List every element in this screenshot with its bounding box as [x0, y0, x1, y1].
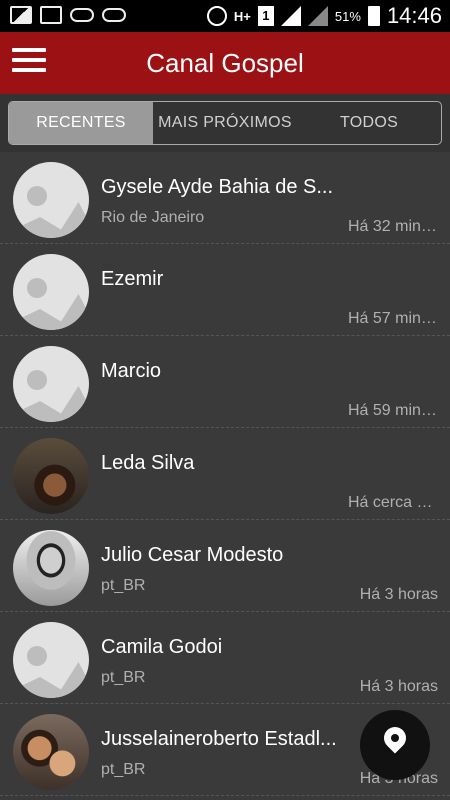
signal-icon: [280, 6, 301, 26]
contact-name: Julio Cesar Modesto: [101, 544, 284, 566]
contact-time: Há 57 minutos: [348, 310, 438, 327]
location-fab-button[interactable]: [360, 710, 430, 780]
tab-bar: RECENTES MAIS PRÓXIMOS TODOS: [0, 94, 450, 152]
placeholder-image-icon: [13, 346, 89, 422]
contact-time: Há 32 minutos: [348, 218, 438, 235]
voicemail-icon: [102, 8, 126, 22]
battery-percent: 51%: [334, 8, 361, 24]
location-pin-icon: [379, 722, 411, 754]
avatar: [13, 714, 89, 790]
notification-icons: [10, 6, 126, 24]
placeholder-image-icon: [13, 622, 89, 698]
placeholder-image-icon: [13, 162, 89, 238]
contact-subtitle: pt_BR: [101, 761, 146, 778]
contact-name: Camila Godoi: [101, 636, 223, 658]
tab-recentes[interactable]: RECENTES: [9, 102, 153, 144]
contact-list: Gysele Ayde Bahia de S... Rio de Janeiro…: [0, 152, 450, 796]
avatar: [13, 530, 89, 606]
list-item[interactable]: Camila Godoi pt_BR Há 3 horas: [0, 612, 450, 704]
contact-time: Há 59 minutos: [348, 402, 438, 419]
contact-name: Leda Silva: [101, 452, 195, 474]
app-bar: Canal Gospel: [0, 32, 450, 94]
signal-icon: [307, 6, 328, 26]
voicemail-icon: [70, 8, 94, 22]
status-bar: H+ 1 51% 14:46: [0, 0, 450, 32]
contact-time: Há 3 horas: [359, 678, 438, 695]
network-type: H+: [233, 8, 251, 24]
sim-indicator: 1: [257, 6, 274, 26]
gallery-icon: [10, 6, 32, 24]
contact-name: Marcio: [101, 360, 162, 382]
alarm-icon: [206, 6, 227, 26]
contact-name: Ezemir: [101, 268, 164, 290]
battery-icon: [367, 6, 380, 26]
list-item[interactable]: Julio Cesar Modesto pt_BR Há 3 horas: [0, 520, 450, 612]
tab-todos[interactable]: TODOS: [297, 102, 441, 144]
avatar: [13, 438, 89, 514]
placeholder-image-icon: [13, 254, 89, 330]
app-title: Canal Gospel: [146, 48, 304, 78]
list-item[interactable]: Marcio Há 59 minutos: [0, 336, 450, 428]
tab-mais-proximos[interactable]: MAIS PRÓXIMOS: [153, 102, 297, 144]
contact-subtitle: Rio de Janeiro: [101, 209, 205, 226]
contact-time: Há 3 horas: [359, 586, 438, 603]
message-icon: [40, 6, 62, 24]
contact-name: Gysele Ayde Bahia de S...: [101, 176, 334, 198]
contact-subtitle: pt_BR: [101, 577, 146, 594]
clock: 14:46: [386, 3, 442, 28]
contact-time: Há cerca de 1 hora: [348, 494, 438, 511]
list-item[interactable]: Ezemir Há 57 minutos: [0, 244, 450, 336]
list-item[interactable]: Gysele Ayde Bahia de S... Rio de Janeiro…: [0, 152, 450, 244]
system-icons: H+ 1 51% 14:46: [206, 3, 442, 29]
contact-name: Jusselaineroberto Estadl...: [101, 728, 337, 750]
contact-subtitle: pt_BR: [101, 669, 146, 686]
list-item[interactable]: Leda Silva Há cerca de 1 hora: [0, 428, 450, 520]
